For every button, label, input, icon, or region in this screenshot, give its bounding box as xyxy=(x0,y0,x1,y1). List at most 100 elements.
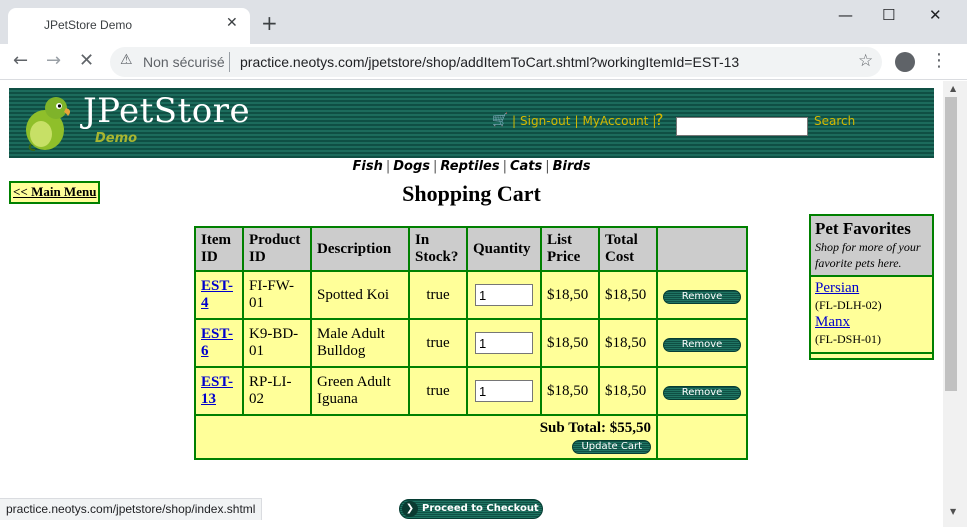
quantity-input[interactable] xyxy=(475,380,533,402)
item-id-cell: EST-13 xyxy=(194,366,244,416)
back-arrow-icon[interactable]: ← xyxy=(13,50,28,71)
proceed-to-checkout-button[interactable]: ❯ Proceed to Checkout xyxy=(399,499,543,519)
favorite-code: (FL-DSH-01) xyxy=(815,332,881,346)
column-header-item-id: Item ID xyxy=(194,226,244,272)
star-icon[interactable]: ☆ xyxy=(858,51,873,71)
page-title: Shopping Cart xyxy=(402,181,541,206)
favorites-list: Persian (FL-DLH-02) Manx (FL-DSH-01) xyxy=(811,277,932,354)
scroll-thumb[interactable] xyxy=(945,97,957,391)
item-id-link[interactable]: EST-13 xyxy=(201,374,233,407)
column-header-in-stock: In Stock? xyxy=(408,226,468,272)
forward-arrow-icon[interactable]: → xyxy=(46,50,61,71)
security-label[interactable]: Non sécurisé xyxy=(143,54,225,70)
subtotal-row: Sub Total: $55,50 Update Cart xyxy=(194,414,748,460)
browser-tab[interactable]: JPetStore Demo ✕ xyxy=(8,8,250,44)
item-id-cell: EST-6 xyxy=(194,318,244,368)
item-id-link[interactable]: EST-6 xyxy=(201,326,233,359)
item-id-link[interactable]: EST-4 xyxy=(201,278,233,311)
favorites-header: Pet Favorites Shop for more of your favo… xyxy=(811,216,932,277)
column-header-total-cost: Total Cost xyxy=(598,226,658,272)
quantity-cell xyxy=(466,366,542,416)
page-scrollbar[interactable]: ▲ ▼ xyxy=(943,81,967,527)
subtotal-empty-cell xyxy=(656,414,748,460)
scroll-down-icon[interactable]: ▼ xyxy=(950,507,956,516)
column-header-list-price: List Price xyxy=(540,226,600,272)
search-input[interactable] xyxy=(676,117,808,136)
quicklink-birds[interactable]: Birds xyxy=(553,159,591,174)
quicklink-reptiles[interactable]: Reptiles xyxy=(440,159,499,174)
remove-button[interactable]: Remove xyxy=(663,337,741,352)
scroll-up-icon[interactable]: ▲ xyxy=(950,84,956,93)
column-header-product-id: Product ID xyxy=(242,226,312,272)
total-cost-cell: $18,50 xyxy=(598,270,658,320)
remove-cell: Remove xyxy=(656,366,748,416)
page-content: JPetStore Demo 🛒 | Sign-out | MyAccount | ? … xyxy=(0,81,943,527)
table-header-row: Item ID Product ID Description In Stock?… xyxy=(194,226,748,272)
favorites-subtitle: Shop for more of your favorite pets here… xyxy=(815,240,921,270)
remove-cell: Remove xyxy=(656,318,748,368)
profile-icon[interactable] xyxy=(895,52,915,72)
more-menu-icon[interactable]: ⋮ xyxy=(930,50,948,71)
subtotal-cell: Sub Total: $55,50 Update Cart xyxy=(194,414,658,460)
search-button[interactable]: Search xyxy=(814,114,855,128)
favorites-title: Pet Favorites xyxy=(815,219,911,238)
column-header-quantity: Quantity xyxy=(466,226,542,272)
arrow-right-icon: ❯ xyxy=(402,501,418,517)
subtotal-text: Sub Total: $55,50 xyxy=(539,420,651,436)
remove-cell: Remove xyxy=(656,270,748,320)
tab-close-icon[interactable]: ✕ xyxy=(226,15,238,31)
browser-toolbar: ← → ✕ ⚠ Non sécurisé practice.neotys.com… xyxy=(0,44,967,80)
maximize-icon[interactable]: ☐ xyxy=(882,6,895,24)
store-logo-text[interactable]: JPetStore xyxy=(83,91,250,131)
remove-button[interactable]: Remove xyxy=(663,289,741,304)
checkout-label: Proceed to Checkout xyxy=(422,503,539,514)
sign-out-link[interactable]: Sign-out xyxy=(520,114,570,128)
column-header-actions xyxy=(656,226,748,272)
store-logo-sub: Demo xyxy=(95,131,138,146)
window-close-icon[interactable]: ✕ xyxy=(929,6,942,24)
table-row: EST-4 FI-FW-01 Spotted Koi true $18,50 $… xyxy=(194,270,748,320)
description-cell: Male Adult Bulldog xyxy=(310,318,410,368)
url-divider xyxy=(229,52,230,72)
warning-icon: ⚠ xyxy=(120,52,133,68)
status-bar-url: practice.neotys.com/jpetstore/shop/index… xyxy=(0,498,263,520)
favorite-code: (FL-DLH-02) xyxy=(815,298,882,312)
remove-button[interactable]: Remove xyxy=(663,385,741,400)
quantity-input[interactable] xyxy=(475,284,533,306)
store-banner: JPetStore Demo 🛒 | Sign-out | MyAccount | ? … xyxy=(9,88,934,158)
address-bar[interactable]: ⚠ Non sécurisé practice.neotys.com/jpets… xyxy=(110,47,882,77)
new-tab-icon[interactable]: + xyxy=(261,13,278,33)
url-text[interactable]: practice.neotys.com/jpetstore/shop/addIt… xyxy=(240,54,739,70)
in-stock-cell: true xyxy=(408,366,468,416)
favorite-link-manx[interactable]: Manx xyxy=(815,314,850,330)
in-stock-cell: true xyxy=(408,270,468,320)
product-id-cell: RP-LI-02 xyxy=(242,366,312,416)
help-icon[interactable]: ? xyxy=(655,110,664,129)
parrot-logo-icon[interactable] xyxy=(23,94,73,152)
favorite-link-persian[interactable]: Persian xyxy=(815,280,859,296)
quantity-cell xyxy=(466,270,542,320)
pet-favorites-panel: Pet Favorites Shop for more of your favo… xyxy=(809,214,934,360)
in-stock-cell: true xyxy=(408,318,468,368)
quantity-cell xyxy=(466,318,542,368)
description-cell: Spotted Koi xyxy=(310,270,410,320)
tab-title: JPetStore Demo xyxy=(44,18,133,32)
update-cart-button[interactable]: Update Cart xyxy=(572,440,651,454)
list-price-cell: $18,50 xyxy=(540,366,600,416)
table-row: EST-6 K9-BD-01 Male Adult Bulldog true $… xyxy=(194,318,748,368)
quantity-input[interactable] xyxy=(475,332,533,354)
cart-icon[interactable]: 🛒 xyxy=(492,113,508,128)
account-links: | Sign-out | MyAccount | xyxy=(512,114,657,128)
reload-stop-icon[interactable]: ✕ xyxy=(79,50,94,71)
quicklink-cats[interactable]: Cats xyxy=(510,159,542,174)
list-price-cell: $18,50 xyxy=(540,318,600,368)
minimize-icon[interactable]: — xyxy=(838,6,853,24)
my-account-link[interactable]: MyAccount xyxy=(582,114,648,128)
quicklink-fish[interactable]: Fish xyxy=(353,159,383,174)
description-cell: Green Adult Iguana xyxy=(310,366,410,416)
browser-titlebar: JPetStore Demo ✕ + — ☐ ✕ xyxy=(0,0,967,44)
product-id-cell: FI-FW-01 xyxy=(242,270,312,320)
favorites-footer xyxy=(811,354,932,358)
quicklink-dogs[interactable]: Dogs xyxy=(393,159,430,174)
list-price-cell: $18,50 xyxy=(540,270,600,320)
